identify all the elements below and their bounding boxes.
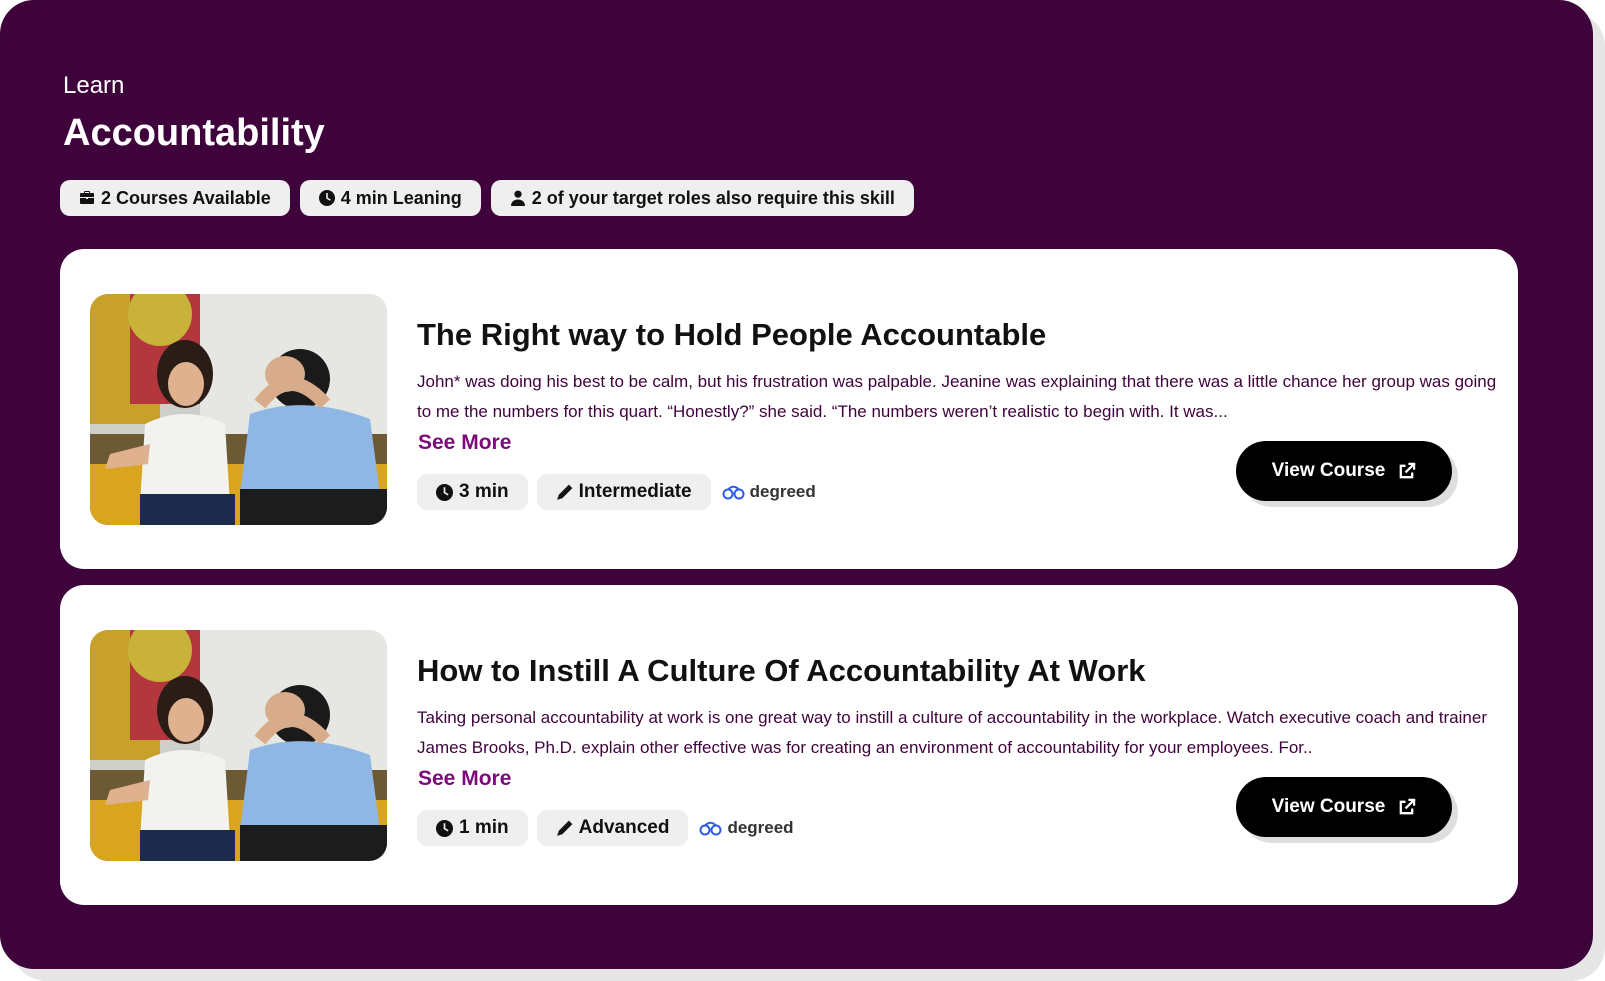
duration-badge: 3 min — [417, 474, 528, 510]
pencil-icon — [556, 484, 572, 500]
external-link-icon — [1400, 798, 1416, 814]
level-label: Intermediate — [578, 481, 692, 502]
degreed-logo-icon — [699, 821, 722, 836]
skill-panel: Learn Accountability 2 Courses Available… — [0, 0, 1593, 969]
level-badge: Advanced — [536, 810, 689, 846]
course-thumbnail[interactable] — [90, 294, 387, 525]
course-card: How to Instill A Culture Of Accountabili… — [60, 585, 1518, 905]
breadcrumb: Learn — [63, 72, 125, 99]
provider-name: degreed — [749, 482, 816, 501]
course-image-illustration — [90, 294, 387, 525]
target-roles-badge: 2 of your target roles also require this… — [490, 180, 914, 216]
briefcase-icon — [80, 191, 94, 204]
course-description: John* was doing his best to be calm, but… — [417, 372, 1497, 421]
course-card: The Right way to Hold People Accountable… — [60, 249, 1518, 569]
user-icon — [510, 190, 525, 206]
duration-label: 3 min — [459, 481, 509, 502]
clock-icon — [318, 190, 335, 206]
level-badge: Intermediate — [536, 474, 711, 510]
course-description: Taking personal accountability at work i… — [417, 708, 1487, 757]
course-meta: 1 min Advanced degreed — [417, 810, 794, 846]
page-title: Accountability — [63, 112, 325, 154]
external-link-icon — [1400, 462, 1416, 478]
duration-badge: 1 min — [417, 810, 528, 846]
learning-time-label: 4 min Leaning — [340, 187, 462, 208]
see-more-link[interactable]: See More — [418, 431, 511, 455]
courses-available-label: 2 Courses Available — [101, 187, 271, 208]
view-course-label: View Course — [1271, 796, 1386, 817]
view-course-button[interactable]: View Course — [1236, 441, 1452, 501]
course-title[interactable]: How to Instill A Culture Of Accountabili… — [417, 653, 1146, 689]
degreed-logo-icon — [722, 485, 745, 500]
course-meta: 3 min Intermediate degreed — [417, 474, 816, 510]
course-title[interactable]: The Right way to Hold People Accountable — [417, 317, 1046, 353]
courses-available-badge: 2 Courses Available — [60, 180, 290, 216]
see-more-link[interactable]: See More — [418, 767, 511, 791]
view-course-button[interactable]: View Course — [1236, 777, 1452, 837]
clock-icon — [436, 483, 453, 501]
learning-time-badge: 4 min Leaning — [299, 180, 481, 216]
duration-label: 1 min — [459, 817, 509, 838]
view-course-label: View Course — [1271, 460, 1386, 481]
provider-name: degreed — [727, 818, 794, 837]
target-roles-label: 2 of your target roles also require this… — [531, 187, 895, 208]
level-label: Advanced — [578, 817, 670, 838]
provider-logo: degreed — [722, 482, 816, 502]
clock-icon — [436, 819, 453, 837]
pencil-icon — [556, 820, 572, 836]
provider-logo: degreed — [699, 818, 794, 838]
course-thumbnail[interactable] — [90, 630, 387, 861]
course-image-illustration — [90, 630, 387, 861]
stats-row: 2 Courses Available 4 min Leaning 2 of y… — [60, 180, 914, 216]
